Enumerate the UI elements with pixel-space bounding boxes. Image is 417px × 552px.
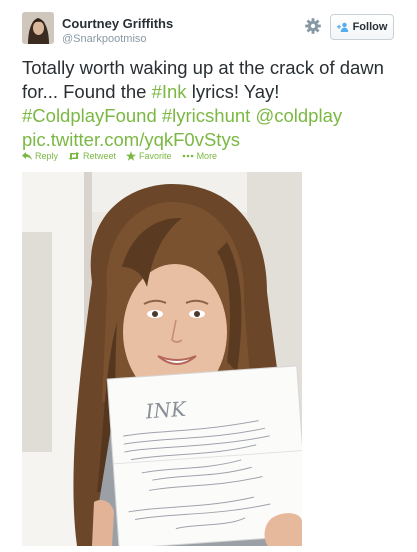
pic-twitter-link[interactable]: pic.twitter.com/yqkF0vStys: [22, 129, 240, 150]
add-user-icon: [336, 22, 348, 32]
author-handle[interactable]: @Snarkpootmiso: [62, 32, 173, 46]
retweet-action[interactable]: Retweet: [68, 151, 116, 161]
reply-icon: [22, 152, 32, 160]
follow-button[interactable]: Follow: [330, 14, 394, 40]
more-label: More: [196, 151, 218, 161]
avatar-image: [22, 12, 54, 44]
follow-button-label: Follow: [352, 21, 388, 33]
favorite-label: Favorite: [139, 151, 172, 161]
retweet-label: Retweet: [83, 151, 117, 161]
tweet-photo[interactable]: INK: [22, 172, 302, 546]
author-block: Courtney Griffiths @Snarkpootmiso: [62, 16, 173, 46]
avatar[interactable]: [22, 12, 54, 44]
tweet-text-part2: lyrics! Yay!: [186, 81, 280, 102]
more-action[interactable]: More: [182, 151, 218, 161]
mention-coldplay-link[interactable]: @coldplay: [255, 105, 342, 126]
hashtag-lyricshunt-link[interactable]: #lyricshunt: [162, 105, 250, 126]
star-icon: [126, 151, 137, 161]
author-display-name[interactable]: Courtney Griffiths: [62, 16, 173, 32]
reply-action[interactable]: Reply: [22, 151, 58, 161]
hashtag-coldplayfound-link[interactable]: #ColdplayFound: [22, 105, 157, 126]
gear-icon[interactable]: [302, 15, 324, 37]
photo-image: INK: [22, 172, 302, 546]
hashtag-ink-link[interactable]: #Ink: [152, 81, 187, 102]
reply-label: Reply: [35, 151, 59, 161]
paper-heading: INK: [144, 397, 188, 424]
more-dots-icon: [182, 154, 193, 158]
retweet-icon: [68, 152, 80, 160]
favorite-action[interactable]: Favorite: [126, 151, 172, 161]
tweet-text: Totally worth waking up at the crack of …: [22, 56, 402, 152]
tweet-actions: Reply Retweet Favorite More: [22, 151, 227, 161]
